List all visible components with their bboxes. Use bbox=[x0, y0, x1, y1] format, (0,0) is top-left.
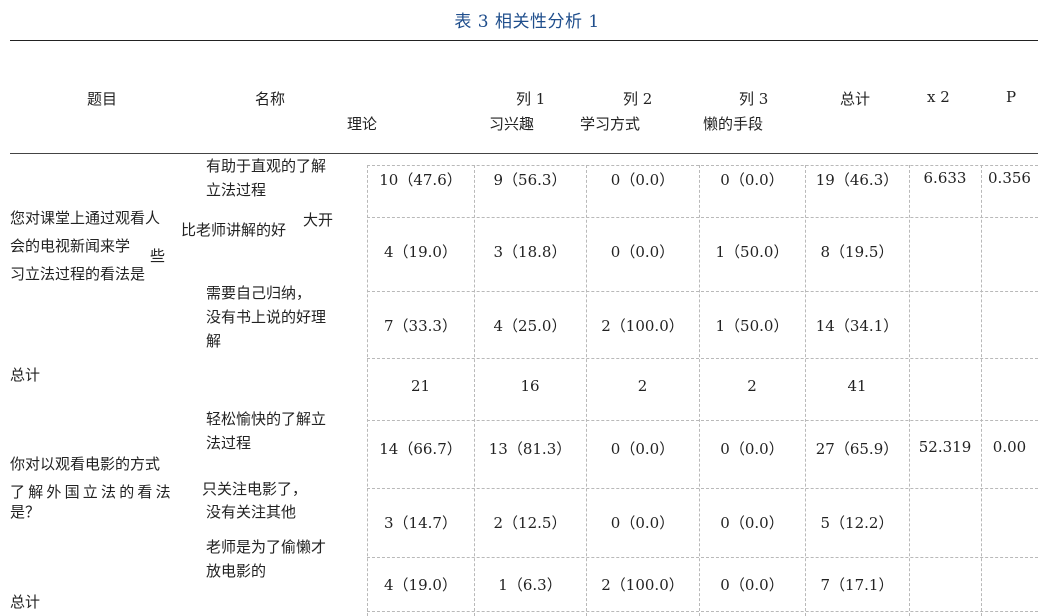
grid-line bbox=[981, 165, 982, 616]
option-2-2-line-2: 没有关注其他 bbox=[206, 503, 297, 521]
table-cell: 0（0.0） bbox=[720, 171, 784, 189]
grid-line bbox=[909, 165, 910, 616]
total-cell: 2 bbox=[747, 377, 757, 395]
header-col3-top: 列 3 bbox=[739, 90, 769, 108]
question-2-line-3: 是？ bbox=[10, 503, 41, 521]
header-p-value: P bbox=[1006, 88, 1017, 106]
table-top-rule bbox=[10, 40, 1038, 41]
grid-line bbox=[367, 420, 1038, 421]
table-cell: 5（12.2） bbox=[820, 514, 894, 532]
header-bottom-rule bbox=[10, 153, 1038, 154]
option-1-3-line-1: 需要自己归纳， bbox=[206, 284, 312, 302]
table-cell: 7（33.3） bbox=[384, 317, 457, 335]
table-cell: 14（34.1） bbox=[815, 317, 899, 335]
header-chi-square: x 2 bbox=[927, 88, 950, 106]
header-col3-bottom: 懒的手段 bbox=[703, 115, 764, 133]
total-label-2: 总计 bbox=[10, 593, 41, 611]
total-cell: 2 bbox=[637, 377, 648, 395]
question-1-line-3: 习立法过程的看法是 bbox=[10, 265, 146, 283]
p-value: 0.356 bbox=[988, 169, 1031, 187]
table-cell: 0（0.0） bbox=[720, 576, 784, 594]
option-2-1-line-1: 轻松愉快的了解立 bbox=[206, 410, 327, 428]
header-col1-top: 列 1 bbox=[516, 90, 546, 108]
table-cell: 2（100.0） bbox=[601, 317, 684, 335]
grid-line bbox=[367, 358, 1038, 359]
chi-square-value: 6.633 bbox=[923, 169, 967, 187]
grid-line bbox=[367, 217, 1038, 218]
header-col1-bottom: 习兴趣 bbox=[489, 115, 535, 133]
table-cell: 2（12.5） bbox=[493, 514, 567, 532]
question-1-line-2: 会的电视新闻来学 bbox=[10, 237, 131, 255]
table-cell: 7（17.1） bbox=[820, 576, 894, 594]
table-cell: 9（56.3） bbox=[493, 171, 567, 189]
p-value: 0.00 bbox=[992, 438, 1027, 456]
question-2-line-1: 你对以观看电影的方式 bbox=[10, 455, 161, 473]
chi-square-value: 52.319 bbox=[918, 438, 972, 456]
table-cell: 1（6.3） bbox=[498, 576, 562, 594]
table-cell: 4（19.0） bbox=[384, 576, 457, 594]
grid-line bbox=[367, 291, 1038, 292]
table-cell: 13（81.3） bbox=[488, 440, 572, 458]
table-cell: 8（19.5） bbox=[820, 243, 894, 261]
grid-line bbox=[367, 165, 1038, 166]
table-cell: 1（50.0） bbox=[715, 317, 789, 335]
option-1-3-line-2: 没有书上说的好理 bbox=[206, 308, 327, 326]
question-1-line-1: 您对课堂上通过观看人 bbox=[10, 209, 161, 227]
header-name: 名称 bbox=[255, 90, 286, 108]
grid-line bbox=[367, 611, 1038, 612]
table-cell: 0（0.0） bbox=[610, 243, 675, 261]
total-cell: 41 bbox=[847, 377, 867, 395]
table-cell: 3（18.8） bbox=[493, 243, 567, 261]
header-col2-top: 列 2 bbox=[623, 90, 653, 108]
option-1-1-line-2: 立法过程 bbox=[206, 181, 267, 199]
option-1-fragment: 大开 bbox=[303, 211, 334, 229]
table-cell: 0（0.0） bbox=[610, 440, 675, 458]
table-cell: 0（0.0） bbox=[610, 171, 675, 189]
header-topic: 题目 bbox=[87, 90, 118, 108]
option-1-1-line-1: 有助于直观的了解 bbox=[206, 157, 327, 175]
table-cell: 4（25.0） bbox=[493, 317, 567, 335]
header-total: 总计 bbox=[840, 90, 871, 108]
table-cell: 10（47.6） bbox=[379, 171, 462, 189]
option-1-2-line-1: 比老师讲解的好 bbox=[181, 221, 287, 239]
option-2-3-line-1: 老师是为了偷懒才 bbox=[206, 538, 327, 556]
table-cell: 3（14.7） bbox=[384, 514, 457, 532]
table-cell: 2（100.0） bbox=[601, 576, 684, 594]
table-cell: 4（19.0） bbox=[384, 243, 457, 261]
table-cell: 14（66.7） bbox=[379, 440, 462, 458]
option-1-3-line-3: 解 bbox=[206, 332, 222, 350]
table-cell: 19（46.3） bbox=[815, 171, 899, 189]
table-caption: 表 3 相关性分析 1 bbox=[454, 12, 600, 32]
option-2-3-line-2: 放电影的 bbox=[206, 562, 267, 580]
table-cell: 1（50.0） bbox=[715, 243, 789, 261]
table-cell: 0（0.0） bbox=[610, 514, 675, 532]
total-cell: 21 bbox=[410, 377, 431, 395]
option-2-1-line-2: 法过程 bbox=[206, 434, 252, 452]
table-cell: 0（0.0） bbox=[720, 514, 784, 532]
header-col2-bottom: 学习方式 bbox=[580, 115, 641, 133]
option-2-2-line-1: 只关注电影了， bbox=[202, 480, 308, 498]
table-cell: 27（65.9） bbox=[815, 440, 899, 458]
total-label-1: 总计 bbox=[10, 366, 41, 384]
question-1-fragment: 些 bbox=[150, 247, 166, 265]
header-theory: 理论 bbox=[347, 115, 378, 133]
grid-line bbox=[367, 557, 1038, 558]
table-cell: 0（0.0） bbox=[720, 440, 784, 458]
grid-line bbox=[367, 488, 1038, 489]
total-cell: 16 bbox=[520, 377, 540, 395]
